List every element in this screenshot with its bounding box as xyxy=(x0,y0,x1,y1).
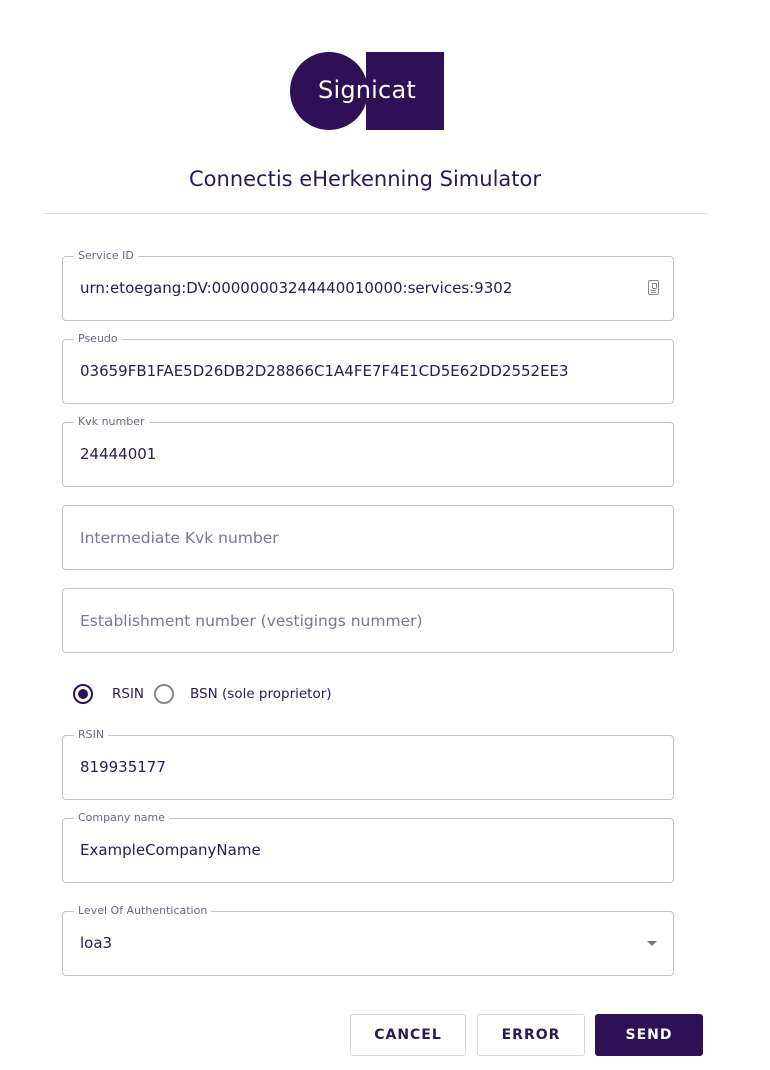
title-divider xyxy=(43,213,708,214)
id-card-icon[interactable] xyxy=(648,280,659,295)
establishment-number-placeholder: Establishment number (vestigings nummer) xyxy=(80,612,423,630)
send-button[interactable]: SEND xyxy=(595,1014,703,1056)
level-of-authentication-label: Level Of Authentication xyxy=(74,904,212,918)
radio-checked-icon[interactable] xyxy=(73,684,93,704)
company-name-label: Company name xyxy=(74,811,170,825)
page-title: Connectis eHerkenning Simulator xyxy=(189,167,541,191)
rsin-value[interactable]: 819935177 xyxy=(80,757,650,777)
kvk-number-field[interactable]: Kvk number 24444001 xyxy=(62,415,674,487)
kvk-number-value[interactable]: 24444001 xyxy=(80,444,650,464)
service-id-value[interactable]: urn:etoegang:DV:00000003244440010000:ser… xyxy=(80,278,650,298)
identifier-type-radio-group: RSIN BSN (sole proprietor) xyxy=(73,683,332,705)
radio-label-rsin[interactable]: RSIN xyxy=(112,686,144,702)
level-of-authentication-select[interactable]: Level Of Authentication loa3 xyxy=(62,904,674,976)
logo-wordmark: Signicat xyxy=(318,76,416,104)
establishment-number-field[interactable]: Establishment number (vestigings nummer) xyxy=(62,588,674,653)
error-button[interactable]: ERROR xyxy=(477,1014,585,1056)
intermediate-kvk-number-placeholder: Intermediate Kvk number xyxy=(80,529,279,547)
pseudo-value[interactable]: 03659FB1FAE5D26DB2D28866C1A4FE7F4E1CD5E6… xyxy=(80,361,670,381)
cancel-button[interactable]: CANCEL xyxy=(350,1014,466,1056)
rsin-label: RSIN xyxy=(74,728,109,742)
caret-down-icon[interactable] xyxy=(647,941,657,946)
company-name-field[interactable]: Company name ExampleCompanyName xyxy=(62,811,674,883)
company-name-value[interactable]: ExampleCompanyName xyxy=(80,840,650,860)
kvk-number-label: Kvk number xyxy=(74,415,149,429)
level-of-authentication-value[interactable]: loa3 xyxy=(80,933,650,953)
service-id-label: Service ID xyxy=(74,249,138,263)
radio-unchecked-icon[interactable] xyxy=(154,684,175,704)
service-id-field[interactable]: Service ID urn:etoegang:DV:0000000324444… xyxy=(62,249,674,321)
intermediate-kvk-number-field[interactable]: Intermediate Kvk number xyxy=(62,505,674,570)
radio-option-bsn[interactable]: BSN (sole proprietor) xyxy=(154,684,332,704)
radio-label-bsn[interactable]: BSN (sole proprietor) xyxy=(190,686,332,702)
rsin-field[interactable]: RSIN 819935177 xyxy=(62,728,674,800)
pseudo-field[interactable]: Pseudo 03659FB1FAE5D26DB2D28866C1A4FE7F4… xyxy=(62,332,674,404)
radio-option-rsin[interactable]: RSIN xyxy=(73,684,144,704)
signicat-logo: Signicat xyxy=(290,52,444,130)
pseudo-label: Pseudo xyxy=(74,332,122,346)
